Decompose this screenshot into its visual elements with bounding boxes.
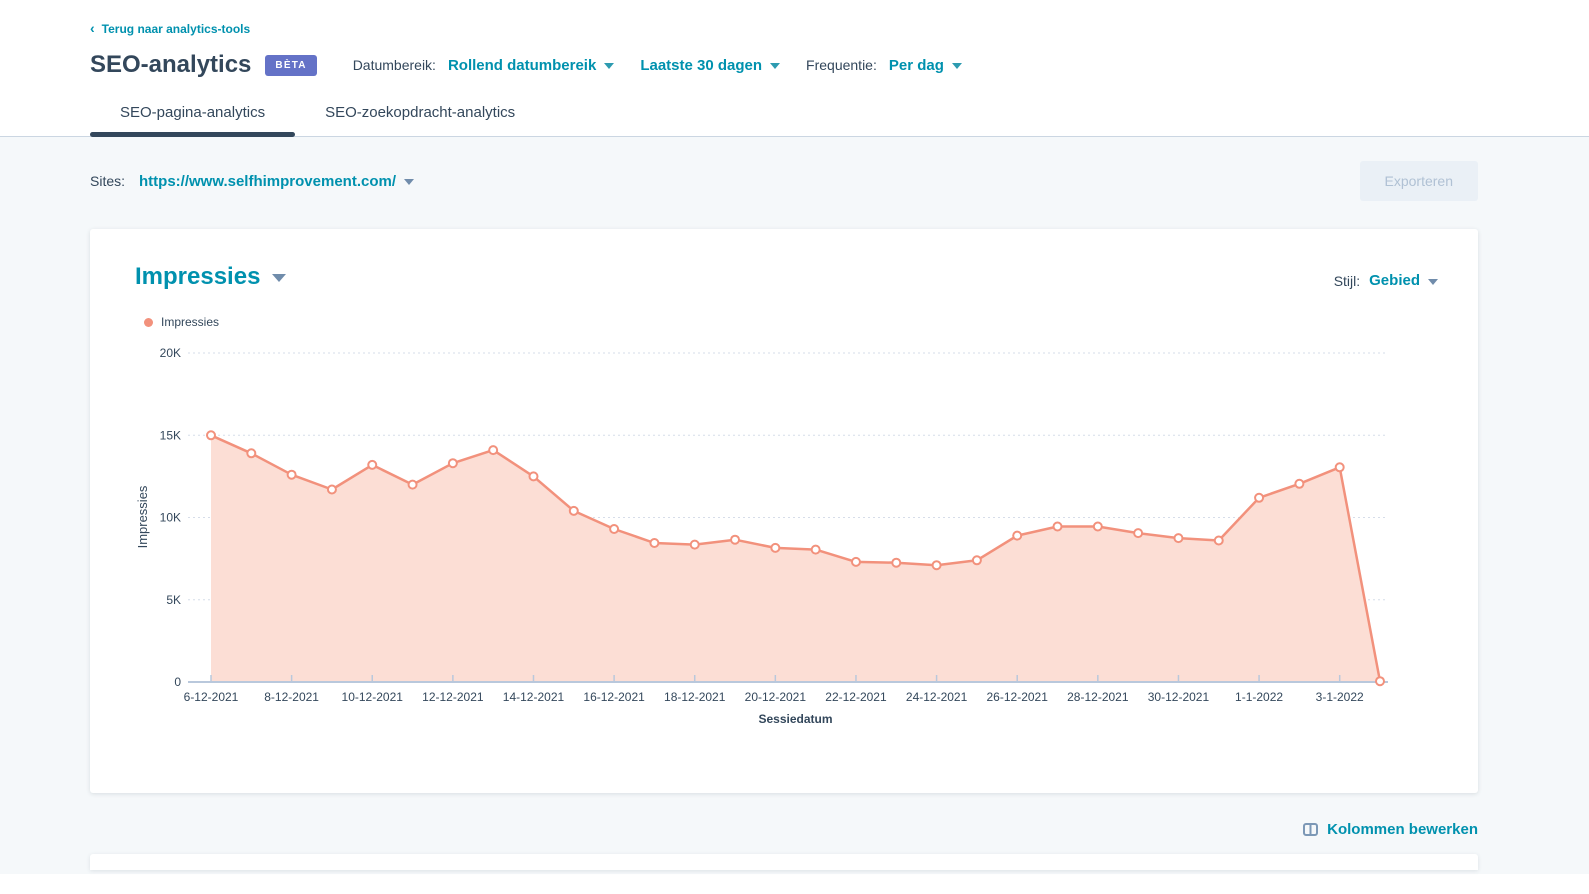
edit-columns-link[interactable]: Kolommen bewerken <box>1303 821 1478 838</box>
site-url-dropdown[interactable]: https://www.selfhimprovement.com/ <box>139 173 414 190</box>
caret-down-icon <box>272 274 286 282</box>
frequency-label: Frequentie: <box>806 57 877 73</box>
svg-text:20-12-2021: 20-12-2021 <box>745 690 807 704</box>
tab-seo-pagina-analytics[interactable]: SEO-pagina-analytics <box>90 104 295 136</box>
svg-text:1-1-2022: 1-1-2022 <box>1235 690 1283 704</box>
frequency-dropdown[interactable]: Per dag <box>889 57 962 74</box>
svg-text:8-12-2021: 8-12-2021 <box>264 690 319 704</box>
tab-bar: SEO-pagina-analytics SEO-zoekopdracht-an… <box>0 104 1589 137</box>
table-columns-icon <box>1303 823 1318 836</box>
svg-text:28-12-2021: 28-12-2021 <box>1067 690 1129 704</box>
caret-down-icon <box>404 179 414 185</box>
svg-text:Sessiedatum: Sessiedatum <box>758 712 832 726</box>
svg-text:14-12-2021: 14-12-2021 <box>503 690 565 704</box>
svg-text:15K: 15K <box>160 428 181 442</box>
chevron-left-icon: ‹ <box>90 21 95 35</box>
svg-text:10K: 10K <box>160 511 181 525</box>
date-range-value-dropdown[interactable]: Laatste 30 dagen <box>640 57 780 74</box>
beta-badge: BÈTA <box>265 55 316 76</box>
next-card-top-edge <box>90 854 1478 870</box>
svg-text:6-12-2021: 6-12-2021 <box>184 690 239 704</box>
svg-text:22-12-2021: 22-12-2021 <box>825 690 887 704</box>
svg-text:5K: 5K <box>166 593 181 607</box>
sites-label: Sites: <box>90 173 125 189</box>
caret-down-icon <box>952 63 962 69</box>
page-title: SEO-analytics <box>90 51 251 79</box>
svg-text:18-12-2021: 18-12-2021 <box>664 690 726 704</box>
svg-text:26-12-2021: 26-12-2021 <box>987 690 1049 704</box>
back-to-analytics-tools-link[interactable]: ‹ Terug naar analytics-tools <box>90 22 250 36</box>
date-range-type-dropdown[interactable]: Rollend datumbereik <box>448 57 614 74</box>
svg-text:20K: 20K <box>160 346 181 360</box>
svg-text:3-1-2022: 3-1-2022 <box>1316 690 1364 704</box>
export-button[interactable]: Exporteren <box>1360 161 1478 201</box>
svg-text:12-12-2021: 12-12-2021 <box>422 690 484 704</box>
back-link-label: Terug naar analytics-tools <box>102 22 250 36</box>
style-label: Stijl: <box>1334 273 1360 289</box>
page-header: ‹ Terug naar analytics-tools SEO-analyti… <box>0 0 1589 79</box>
svg-text:16-12-2021: 16-12-2021 <box>583 690 645 704</box>
legend-dot <box>144 318 153 327</box>
chart-legend[interactable]: Impressies <box>144 315 1438 329</box>
impressions-chart-card: Impressies Stijl: Gebied Impressies 0 5K 1… <box>90 229 1478 793</box>
style-dropdown[interactable]: Gebied <box>1369 272 1438 289</box>
svg-text:24-12-2021: 24-12-2021 <box>906 690 968 704</box>
caret-down-icon <box>604 63 614 69</box>
impressions-area-chart[interactable]: 0 5K 10K 15K 20K 6-12-2021 8-12-2021 10-12-2021… <box>135 341 1405 733</box>
date-range-label: Datumbereik: <box>353 57 436 73</box>
main-content: Sites: https://www.selfhimprovement.com/… <box>0 137 1589 874</box>
svg-text:Impressies: Impressies <box>135 485 150 548</box>
caret-down-icon <box>770 63 780 69</box>
svg-text:0: 0 <box>174 675 181 689</box>
svg-text:10-12-2021: 10-12-2021 <box>342 690 404 704</box>
legend-label: Impressies <box>161 315 219 329</box>
metric-selector-dropdown[interactable]: Impressies <box>135 263 286 291</box>
svg-text:30-12-2021: 30-12-2021 <box>1148 690 1210 704</box>
tab-seo-zoekopdracht-analytics[interactable]: SEO-zoekopdracht-analytics <box>295 104 545 136</box>
caret-down-icon <box>1428 279 1438 285</box>
